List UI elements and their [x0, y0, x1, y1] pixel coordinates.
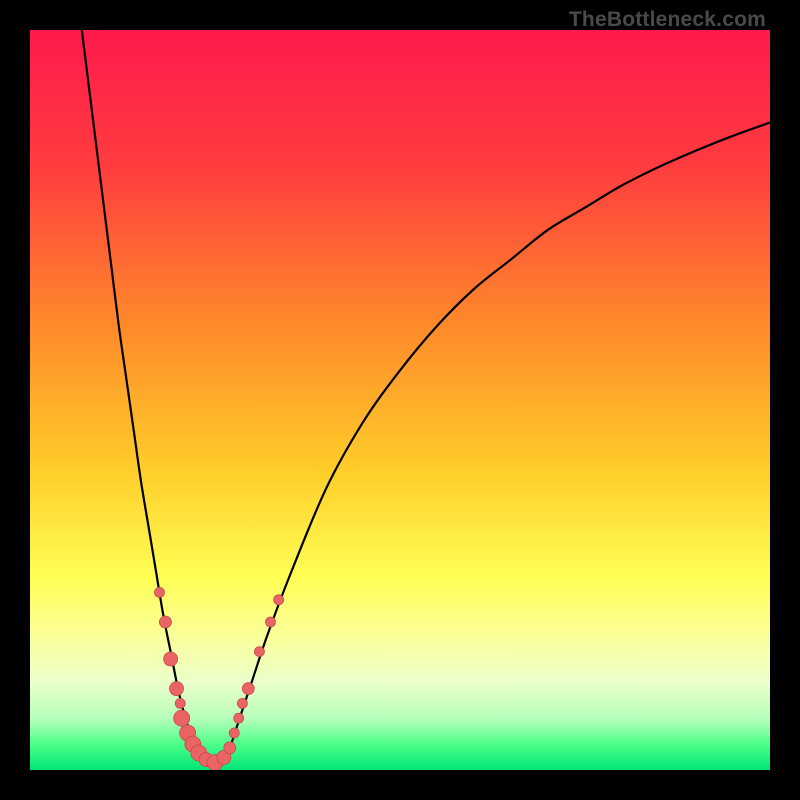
data-marker [170, 682, 184, 696]
data-marker [224, 742, 236, 754]
bottleneck-curve [82, 30, 770, 766]
data-marker [155, 587, 165, 597]
data-marker [174, 710, 190, 726]
data-marker [266, 617, 276, 627]
curve-layer [30, 30, 770, 770]
data-marker [234, 713, 244, 723]
data-marker [242, 683, 254, 695]
data-marker [175, 698, 185, 708]
data-marker [237, 698, 247, 708]
chart-frame: TheBottleneck.com [0, 0, 800, 800]
data-marker [229, 728, 239, 738]
watermark-text: TheBottleneck.com [569, 8, 766, 32]
plot-area [30, 30, 770, 770]
data-marker [164, 652, 178, 666]
data-marker [274, 595, 284, 605]
data-marker [159, 616, 171, 628]
data-markers [155, 587, 284, 770]
data-marker [254, 647, 264, 657]
